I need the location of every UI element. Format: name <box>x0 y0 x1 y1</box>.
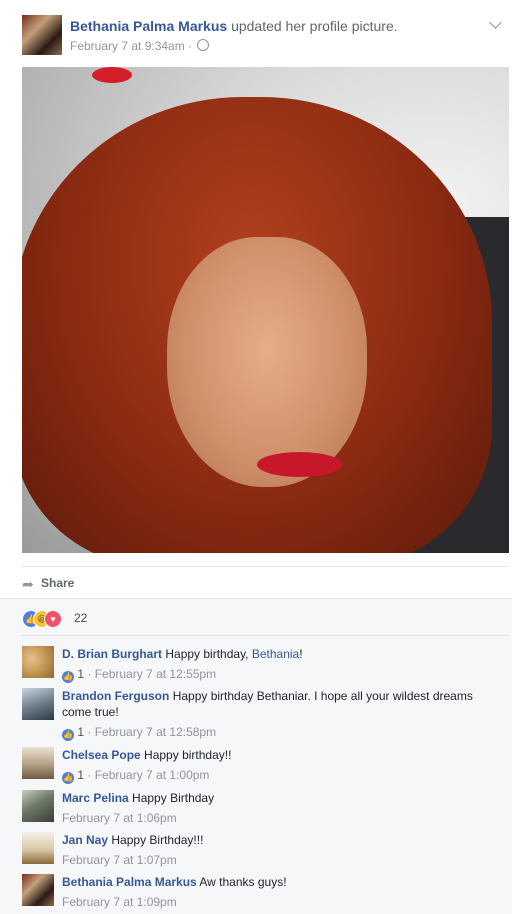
photo-lips <box>257 452 342 477</box>
comment-meta: 👍 1 · February 7 at 12:55pm <box>62 667 217 683</box>
comment-body: Bethania Palma Markus Aw thanks guys! Fe… <box>62 874 492 910</box>
comment-like-count[interactable]: 1 <box>77 768 84 782</box>
reactions-divider <box>22 635 509 636</box>
love-reaction-icon: ♥ <box>44 610 62 628</box>
photo-face <box>167 237 367 487</box>
comment-meta: February 7 at 1:06pm <box>62 810 492 826</box>
profile-picture-photo[interactable] <box>22 67 509 553</box>
comment-text: Happy Birthday <box>132 791 215 805</box>
comment-timestamp[interactable]: February 7 at 1:09pm <box>62 895 177 909</box>
mentioned-user-link[interactable]: Bethania <box>252 647 299 661</box>
commenter-name[interactable]: D. Brian Burghart <box>62 647 162 661</box>
commenter-avatar[interactable] <box>22 747 54 779</box>
post-header: Bethania Palma Markus updated her profil… <box>22 15 502 59</box>
chevron-down-icon[interactable] <box>489 16 502 29</box>
comment-like-count[interactable]: 1 <box>77 725 84 739</box>
commenter-name[interactable]: Marc Pelina <box>62 791 129 805</box>
author-avatar[interactable] <box>22 15 62 55</box>
comment-timestamp[interactable]: February 7 at 1:06pm <box>62 811 177 825</box>
comment-timestamp[interactable]: February 7 at 1:00pm <box>95 768 210 782</box>
comment-body: Brandon Ferguson Happy birthday Bethania… <box>62 688 492 741</box>
reaction-count[interactable]: 22 <box>74 611 87 625</box>
comment-body: Chelsea Pope Happy birthday!! 👍 1 · Febr… <box>62 747 492 784</box>
commenter-name[interactable]: Chelsea Pope <box>62 748 141 762</box>
comment-body: D. Brian Burghart Happy birthday, Bethan… <box>62 646 492 683</box>
comment-timestamp[interactable]: February 7 at 1:07pm <box>62 853 177 867</box>
comment-meta: 👍 1 · February 7 at 1:00pm <box>62 768 210 784</box>
like-badge-icon: 👍 <box>62 772 74 784</box>
meta-separator: · <box>188 39 193 53</box>
post-timestamp[interactable]: February 7 at 9:34am <box>70 39 185 53</box>
commenter-avatar[interactable] <box>22 688 54 720</box>
comment-text: Happy birthday, <box>165 647 252 661</box>
like-badge-icon: 👍 <box>62 729 74 741</box>
author-name[interactable]: Bethania Palma Markus <box>70 18 227 34</box>
commenter-avatar[interactable] <box>22 790 54 822</box>
comment-meta: February 7 at 1:09pm <box>62 894 492 910</box>
comment-timestamp[interactable]: February 7 at 12:58pm <box>95 725 216 739</box>
comment-timestamp[interactable]: February 7 at 12:55pm <box>95 667 216 681</box>
commenter-name[interactable]: Jan Nay <box>62 833 108 847</box>
share-arrow-icon[interactable]: ➦ <box>22 576 34 593</box>
share-button[interactable]: Share <box>41 576 74 590</box>
post-card: Bethania Palma Markus updated her profil… <box>0 0 512 914</box>
comment-text: Happy Birthday!!! <box>111 833 204 847</box>
photo-hair-bow <box>92 67 132 83</box>
globe-icon[interactable] <box>197 39 210 51</box>
comment-meta: February 7 at 1:07pm <box>62 852 492 868</box>
comment-text: Happy birthday!! <box>144 748 232 762</box>
comment-body: Marc Pelina Happy Birthday February 7 at… <box>62 790 492 826</box>
comment-like-count[interactable]: 1 <box>77 667 84 681</box>
comment-body: Jan Nay Happy Birthday!!! February 7 at … <box>62 832 492 868</box>
comment-text-end: ! <box>299 647 303 661</box>
comment-meta: 👍 1 · February 7 at 12:58pm <box>62 725 217 741</box>
post-headline: Bethania Palma Markus updated her profil… <box>70 18 398 34</box>
commenter-avatar[interactable] <box>22 646 54 678</box>
commenter-name[interactable]: Brandon Ferguson <box>62 689 169 703</box>
commenter-avatar[interactable] <box>22 832 54 864</box>
comment-text: Aw thanks guys! <box>199 875 287 889</box>
commenter-avatar[interactable] <box>22 874 54 906</box>
commenter-name[interactable]: Bethania Palma Markus <box>62 875 197 889</box>
post-action-text: updated her profile picture. <box>231 18 398 34</box>
like-badge-icon: 👍 <box>62 671 74 683</box>
post-actions-bar: ➦ Share <box>22 566 509 599</box>
post-meta: February 7 at 9:34am · <box>70 39 210 53</box>
